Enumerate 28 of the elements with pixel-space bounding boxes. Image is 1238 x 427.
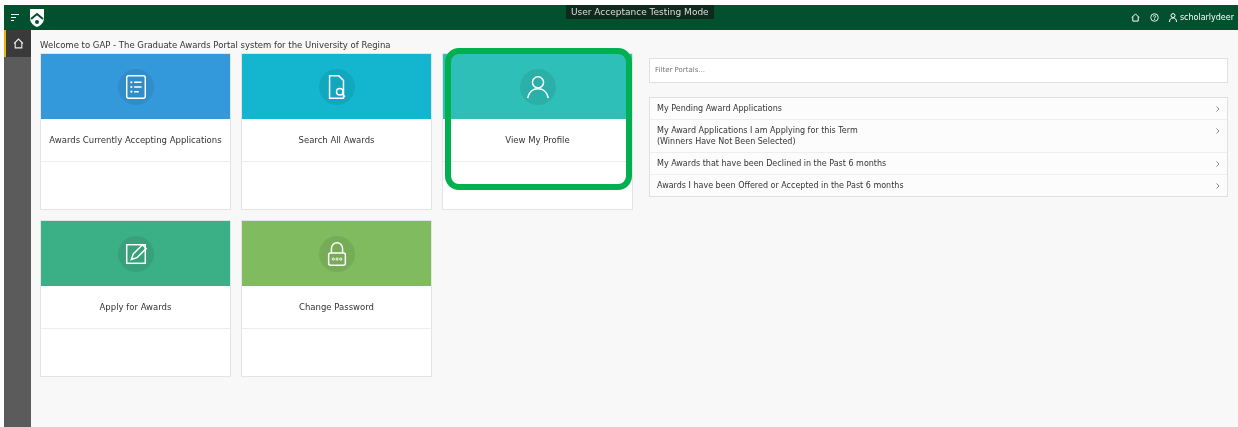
mode-badge: User Acceptance Testing Mode — [566, 5, 714, 19]
help-icon[interactable] — [1149, 13, 1159, 22]
portal-tile[interactable]: Apply for Awards — [40, 220, 231, 377]
menu-icon[interactable] — [11, 14, 19, 21]
tile-title: Search All Awards — [298, 135, 375, 145]
home-icon[interactable] — [1130, 13, 1140, 22]
tile-title: Change Password — [299, 302, 374, 312]
tile-title: Awards Currently Accepting Applications — [49, 135, 222, 145]
welcome-text: Welcome to GAP - The Graduate Awards Portal system for the University of Regina — [40, 40, 392, 50]
portal-list-item[interactable]: My Award Applications I am Applying for this Term (Winners Have Not Been Selected) — [650, 119, 1227, 153]
chevron-icon — [1216, 182, 1220, 189]
portal-list-item[interactable]: Awards I have been Offered or Accepted in the Past 6 months — [650, 174, 1227, 196]
sidebar-item[interactable] — [4, 30, 31, 57]
portal-tile[interactable]: Search All Awards — [241, 53, 432, 210]
chevron-icon — [1216, 105, 1220, 112]
portal-tile[interactable]: Change Password — [241, 220, 432, 377]
chevron-icon — [1216, 127, 1220, 134]
tile-title: View My Profile — [505, 135, 570, 145]
user-icon[interactable] — [1168, 13, 1177, 22]
chevron-icon — [1216, 160, 1220, 167]
portal-list-item[interactable]: My Awards that have been Declined in the Past 6 months — [650, 152, 1227, 175]
tile-title: Apply for Awards — [99, 302, 172, 312]
username-link[interactable]: scholarlydeer — [1179, 13, 1234, 22]
user-icon — [524, 73, 551, 100]
portal-tile[interactable]: Awards Currently Accepting Applications — [40, 53, 231, 210]
shield-logo-icon[interactable] — [29, 7, 45, 28]
portal-list-item[interactable]: My Pending Award Applications — [650, 97, 1227, 120]
home-icon — [13, 38, 24, 49]
